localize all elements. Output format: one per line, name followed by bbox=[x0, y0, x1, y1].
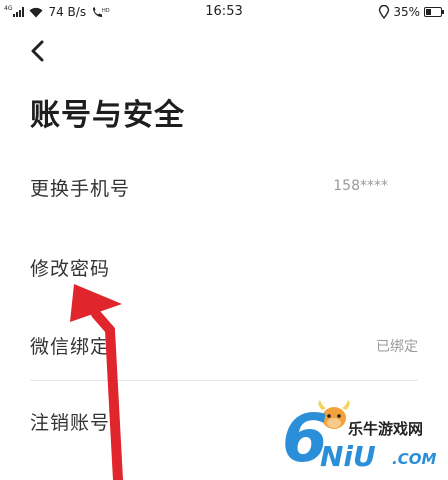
watermark-domain: .COM bbox=[392, 450, 437, 468]
back-button[interactable] bbox=[26, 38, 50, 64]
battery-icon bbox=[424, 7, 444, 17]
location-icon bbox=[379, 5, 390, 19]
divider bbox=[30, 380, 418, 381]
row-change-password[interactable]: 修改密码 bbox=[30, 240, 418, 296]
row-label: 注销账号 bbox=[30, 412, 111, 434]
battery-percent: 35% bbox=[393, 5, 420, 19]
chevron-left-icon bbox=[31, 40, 44, 62]
row-change-phone[interactable]: 更换手机号 158**** bbox=[30, 160, 418, 216]
row-label: 微信绑定 bbox=[30, 336, 111, 358]
row-label: 更换手机号 bbox=[30, 178, 131, 200]
status-right: 35% bbox=[378, 3, 444, 21]
row-wechat-binding[interactable]: 微信绑定 已绑定 bbox=[30, 318, 418, 374]
phone-value: 158**** bbox=[333, 178, 388, 194]
watermark-brand: NiU bbox=[320, 440, 376, 473]
watermark-text: 乐牛游戏网 bbox=[348, 420, 424, 438]
status-bar: 4G 74 B/s HD 16:53 35% bbox=[0, 0, 448, 24]
watermark-logo: 6 乐牛游戏网 NiU .COM bbox=[282, 398, 448, 480]
binding-status: 已绑定 bbox=[376, 339, 418, 355]
page-title: 账号与安全 bbox=[30, 98, 185, 133]
row-label: 修改密码 bbox=[30, 258, 111, 280]
